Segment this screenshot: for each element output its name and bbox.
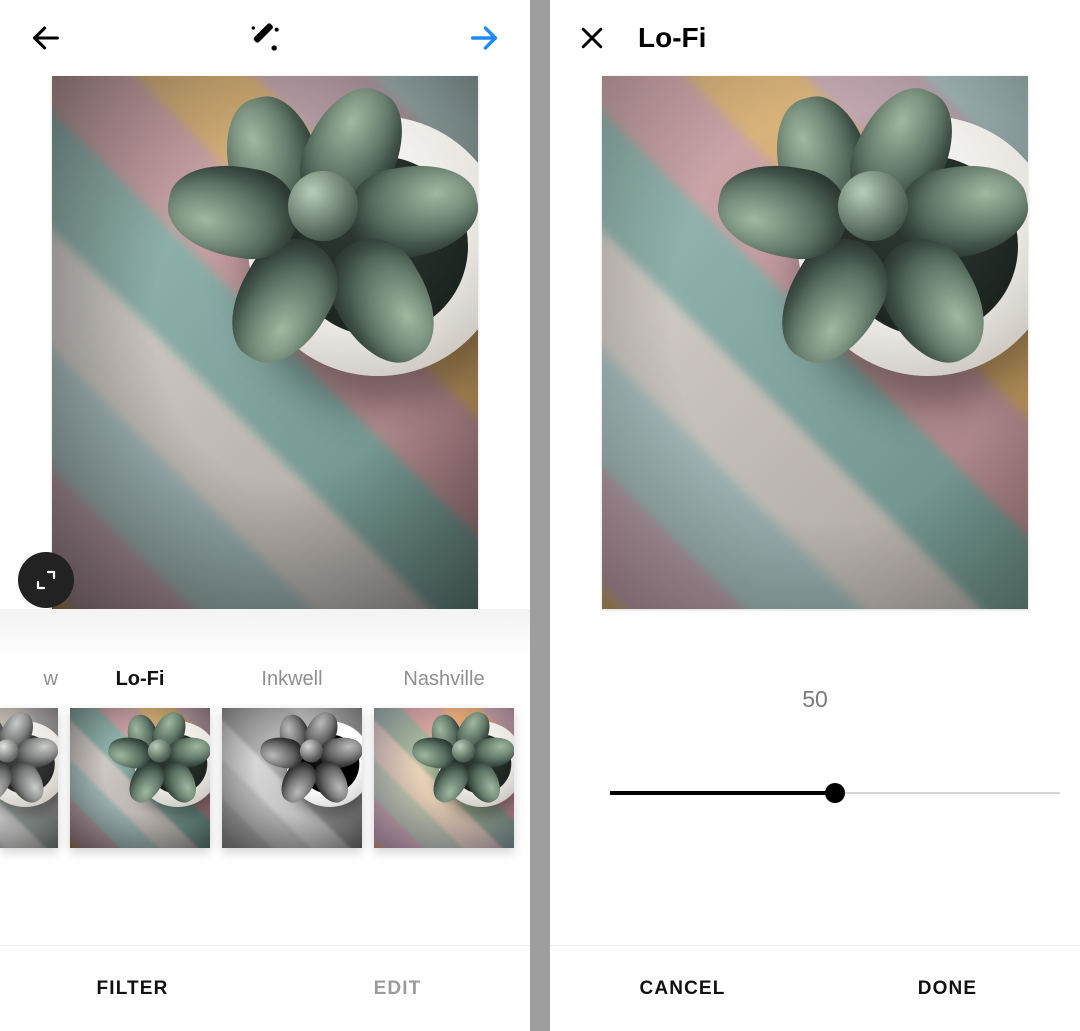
slider-knob[interactable]	[825, 783, 845, 803]
filter-label: w	[0, 668, 58, 692]
done-button[interactable]: DONE	[815, 946, 1080, 1031]
filter-selection-screen: w Lo-Fi Inkwell Nashville FILTER EDIT	[0, 0, 530, 1031]
arrow-right-icon	[467, 21, 501, 55]
photo-preview[interactable]	[602, 76, 1028, 609]
filter-strength-screen: Lo-Fi 50 CANCEL DONE	[550, 0, 1080, 1031]
filter-thumbnail[interactable]	[0, 708, 58, 848]
filter-option-nashville[interactable]: Nashville	[374, 668, 514, 848]
filter-thumbnail[interactable]	[374, 708, 514, 848]
cancel-button[interactable]: CANCEL	[550, 946, 815, 1031]
filter-option-lofi[interactable]: Lo-Fi	[70, 668, 210, 848]
expand-icon	[34, 568, 58, 592]
close-button[interactable]	[570, 16, 614, 60]
filter-thumbnail[interactable]	[222, 708, 362, 848]
back-button[interactable]	[24, 16, 68, 60]
tab-filter[interactable]: FILTER	[0, 946, 265, 1031]
filter-thumbnail[interactable]	[70, 708, 210, 848]
strength-slider[interactable]	[610, 778, 1060, 808]
filter-label: Inkwell	[222, 668, 362, 692]
filter-option-willow[interactable]: w	[0, 668, 58, 848]
carousel-fade	[0, 609, 530, 659]
bottom-actions: CANCEL DONE	[550, 945, 1080, 1031]
filter-label: Lo-Fi	[70, 668, 210, 692]
header: Lo-Fi	[550, 0, 1080, 76]
filter-carousel[interactable]: w Lo-Fi Inkwell Nashville	[0, 668, 530, 848]
screen-divider	[530, 0, 550, 1031]
filter-title: Lo-Fi	[638, 22, 706, 54]
header	[0, 0, 530, 76]
filter-option-inkwell[interactable]: Inkwell	[222, 668, 362, 848]
magic-wand-icon	[245, 18, 285, 58]
slider-fill	[610, 791, 835, 795]
auto-enhance-button[interactable]	[243, 16, 287, 60]
filter-label: Nashville	[374, 668, 514, 692]
expand-button[interactable]	[18, 552, 74, 608]
photo-preview[interactable]	[52, 76, 478, 609]
bottom-tabs: FILTER EDIT	[0, 945, 530, 1031]
tab-edit[interactable]: EDIT	[265, 946, 530, 1031]
slider-value-label: 50	[550, 686, 1080, 713]
arrow-left-icon	[29, 21, 63, 55]
next-button[interactable]	[462, 16, 506, 60]
close-icon	[577, 23, 607, 53]
